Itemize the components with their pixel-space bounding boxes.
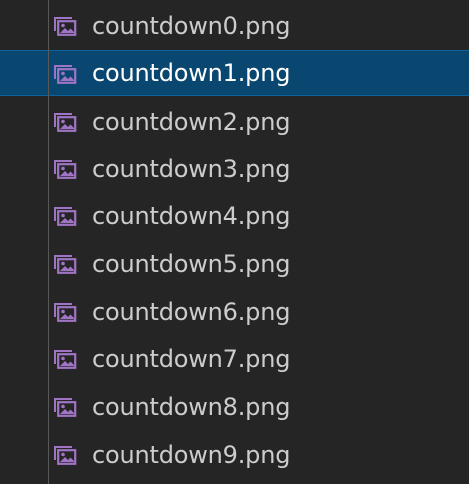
file-item-countdown2[interactable]: countdown2.png: [0, 99, 469, 145]
file-item-label: countdown3.png: [92, 155, 291, 183]
file-item-label: countdown2.png: [92, 108, 291, 136]
image-file-icon: [54, 398, 77, 417]
file-item-label: countdown8.png: [92, 393, 291, 421]
image-file-icon: [54, 255, 77, 274]
file-item-countdown8[interactable]: countdown8.png: [0, 384, 469, 430]
image-file-icon: [54, 65, 77, 84]
file-item-label: countdown1.png: [92, 59, 291, 87]
image-file-icon: [54, 446, 77, 465]
file-item-label: countdown7.png: [92, 345, 291, 373]
file-item-countdown5[interactable]: countdown5.png: [0, 241, 469, 287]
file-item-label: countdown6.png: [92, 298, 291, 326]
file-item-countdown9[interactable]: countdown9.png: [0, 432, 469, 478]
file-item-label: countdown0.png: [92, 12, 291, 40]
image-file-icon: [54, 350, 77, 369]
image-file-icon: [54, 17, 77, 36]
file-item-countdown0[interactable]: countdown0.png: [0, 3, 469, 49]
file-item-label: countdown5.png: [92, 250, 291, 278]
file-item-countdown7[interactable]: countdown7.png: [0, 336, 469, 382]
file-item-countdown3[interactable]: countdown3.png: [0, 146, 469, 192]
file-item-label: countdown4.png: [92, 202, 291, 230]
file-item-countdown4[interactable]: countdown4.png: [0, 193, 469, 239]
image-file-icon: [54, 160, 77, 179]
file-item-label: countdown9.png: [92, 441, 291, 469]
file-item-countdown1[interactable]: countdown1.png: [0, 50, 469, 96]
image-file-icon: [54, 207, 77, 226]
image-file-icon: [54, 303, 77, 322]
file-explorer-tree: countdown0.png countdown1.png countdown2…: [0, 0, 469, 484]
image-file-icon: [54, 113, 77, 132]
file-item-countdown6[interactable]: countdown6.png: [0, 289, 469, 335]
indent-guide: [48, 0, 49, 484]
